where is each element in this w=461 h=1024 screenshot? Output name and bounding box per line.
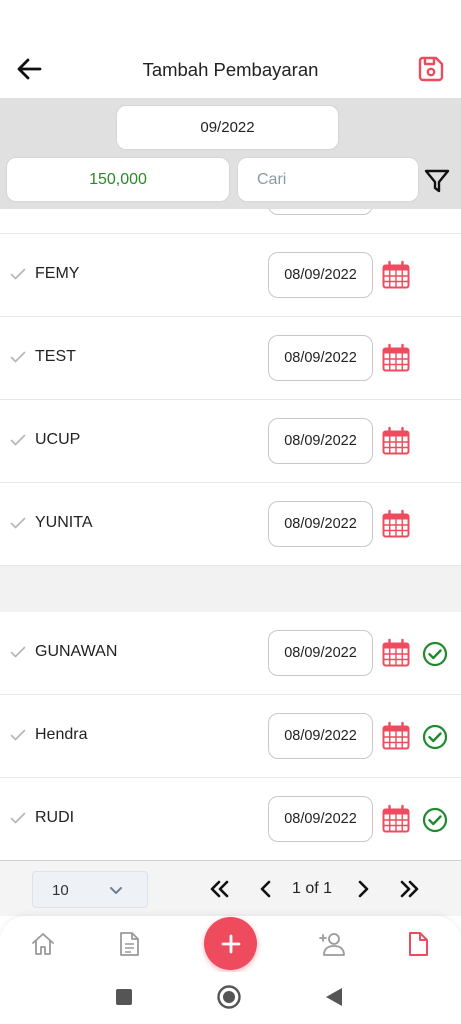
page-size-select[interactable]: 10 (32, 871, 148, 908)
calendar-icon[interactable] (381, 426, 411, 456)
calendar-icon[interactable] (381, 638, 411, 668)
calendar-icon[interactable] (381, 804, 411, 834)
checkmark-icon (10, 729, 26, 741)
member-name: Hendra (35, 726, 88, 743)
pagination-bar: 10 1 of 1 (0, 860, 461, 916)
month-picker[interactable]: 09/2022 (116, 105, 339, 150)
page-indicator: 1 of 1 (292, 880, 333, 897)
checkmark-icon (10, 517, 26, 529)
next-page-button[interactable] (351, 877, 375, 901)
calendar-icon[interactable] (381, 260, 411, 290)
group-separator (0, 566, 461, 612)
chevron-down-icon (110, 887, 122, 894)
payment-date-field[interactable]: 08/09/2022 (268, 418, 373, 464)
page-size-value: 10 (52, 882, 69, 899)
member-name: FEMY (35, 265, 80, 282)
square-icon (116, 989, 132, 1005)
document-icon (120, 932, 139, 956)
member-name: YUNITA (35, 514, 93, 531)
checkmark-icon (10, 812, 26, 824)
payment-date-field[interactable]: 08/09/2022 (268, 252, 373, 298)
calendar-icon[interactable] (381, 721, 411, 751)
add-person-icon (319, 933, 345, 956)
app-header: Tambah Pembayaran (0, 0, 461, 98)
file-icon (409, 932, 428, 956)
back-system-button[interactable] (321, 984, 347, 1010)
list-item[interactable]: UCUP 08/09/2022 (0, 400, 461, 483)
date-field-partial (268, 209, 373, 215)
filter-bar: 09/2022 150,000 (0, 98, 461, 209)
triangle-back-icon (326, 988, 342, 1006)
search-input[interactable] (237, 157, 419, 202)
member-name: TEST (35, 348, 76, 365)
member-name: RUDI (35, 809, 75, 826)
system-navigation-bar (0, 972, 461, 1024)
list-item[interactable]: RUDI 08/09/2022 (0, 778, 461, 860)
nav-add-member[interactable] (316, 928, 348, 960)
nav-documents[interactable] (113, 928, 145, 960)
circle-icon (217, 985, 241, 1009)
list-item-partial (0, 209, 461, 234)
chevron-left-icon (260, 880, 271, 898)
home-icon (32, 933, 54, 955)
double-chevron-left-icon (210, 880, 229, 898)
floppy-disk-icon (418, 56, 444, 82)
save-button[interactable] (415, 53, 447, 85)
funnel-icon (424, 169, 450, 193)
check-circle-icon (422, 641, 448, 667)
plus-icon (221, 934, 240, 953)
page-title: Tambah Pembayaran (142, 59, 319, 80)
filter-button[interactable] (423, 166, 451, 196)
nav-home[interactable] (27, 928, 59, 960)
double-chevron-right-icon (400, 880, 419, 898)
checkmark-icon (10, 351, 26, 363)
payment-date-field[interactable]: 08/09/2022 (268, 796, 373, 842)
recent-apps-button[interactable] (111, 984, 137, 1010)
add-button[interactable] (204, 917, 257, 970)
checkmark-icon (10, 646, 26, 658)
member-name: GUNAWAN (35, 643, 118, 660)
nav-payments[interactable] (402, 928, 434, 960)
member-name: UCUP (35, 431, 81, 448)
checkmark-icon (10, 434, 26, 446)
calendar-icon[interactable] (381, 509, 411, 539)
calendar-icon[interactable] (381, 343, 411, 373)
check-circle-icon (422, 724, 448, 750)
previous-page-button[interactable] (254, 877, 278, 901)
checkmark-icon (10, 268, 26, 280)
list-item[interactable]: Hendra 08/09/2022 (0, 695, 461, 778)
payment-date-field[interactable]: 08/09/2022 (268, 630, 373, 676)
chevron-right-icon (358, 880, 369, 898)
payment-date-field[interactable]: 08/09/2022 (268, 713, 373, 759)
first-page-button[interactable] (208, 877, 232, 901)
check-circle-icon (422, 807, 448, 833)
member-list: FEMY 08/09/2022 TEST 08/09/2022 UCUP 08/09/20… (0, 209, 461, 860)
amount-field[interactable]: 150,000 (6, 157, 230, 202)
last-page-button[interactable] (397, 877, 421, 901)
payment-date-field[interactable]: 08/09/2022 (268, 501, 373, 547)
list-item[interactable]: TEST 08/09/2022 (0, 317, 461, 400)
list-item[interactable]: FEMY 08/09/2022 (0, 234, 461, 317)
payment-date-field[interactable]: 08/09/2022 (268, 335, 373, 381)
list-item[interactable]: YUNITA 08/09/2022 (0, 483, 461, 566)
list-item[interactable]: GUNAWAN 08/09/2022 (0, 612, 461, 695)
home-system-button[interactable] (216, 984, 242, 1010)
